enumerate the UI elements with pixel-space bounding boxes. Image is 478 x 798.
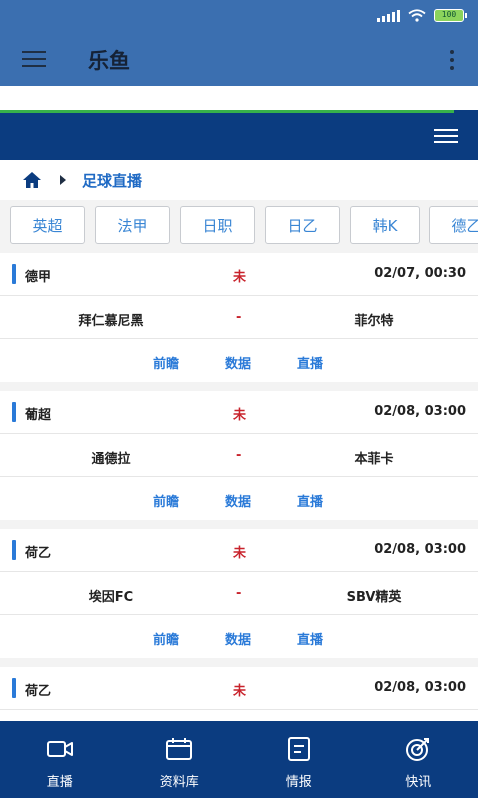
wifi-icon — [408, 9, 426, 22]
nav-label: 资料库 — [159, 775, 199, 790]
match-header-row: 葡超 未 02/08, 03:00 — [0, 391, 478, 434]
home-team: 拜仁慕尼黑 — [78, 314, 144, 329]
nav-item-intel[interactable]: 情报 — [239, 721, 359, 798]
more-options-icon[interactable] — [450, 50, 454, 70]
match-status: 未 — [233, 270, 247, 285]
match-status: 未 — [233, 408, 247, 423]
league-name: 德甲 — [25, 270, 52, 285]
data-link[interactable]: 数据 — [225, 491, 251, 510]
match-card: 荷乙 未 02/08, 03:00 — [0, 667, 478, 721]
nav-item-live[interactable]: 直播 — [0, 721, 120, 798]
document-icon — [287, 737, 310, 761]
league-tabs: 英超 法甲 日职 日乙 韩K 德乙 — [0, 200, 478, 252]
match-links-row: 前瞻 数据 直播 — [0, 615, 478, 658]
vs-separator: - — [236, 448, 242, 463]
nav-item-news[interactable]: 快讯 — [359, 721, 478, 798]
preview-link[interactable]: 前瞻 — [153, 629, 179, 648]
preview-link[interactable]: 前瞻 — [153, 353, 179, 372]
match-header-row: 荷乙 未 02/08, 03:00 — [0, 529, 478, 572]
data-link[interactable]: 数据 — [225, 629, 251, 648]
vs-separator: - — [236, 586, 242, 601]
nav-label: 情报 — [285, 775, 312, 790]
page-load-area — [0, 86, 478, 110]
breadcrumb-current[interactable]: 足球直播 — [82, 170, 142, 191]
away-team: SBV精英 — [346, 590, 402, 605]
live-link[interactable]: 直播 — [297, 629, 323, 648]
menu-icon[interactable] — [22, 51, 46, 67]
tab-league-2[interactable]: 法甲 — [95, 206, 170, 244]
site-header — [0, 113, 478, 160]
nav-label: 直播 — [46, 775, 73, 790]
tab-league-6[interactable]: 德乙 — [429, 206, 478, 244]
preview-link[interactable]: 前瞻 — [153, 491, 179, 510]
match-time: 02/08, 03:00 — [374, 680, 466, 695]
status-bar: 100 — [0, 0, 478, 32]
video-icon — [46, 741, 73, 757]
signal-icon — [377, 9, 400, 22]
home-team: 通德拉 — [91, 452, 131, 467]
match-status: 未 — [233, 684, 247, 699]
live-link[interactable]: 直播 — [297, 491, 323, 510]
bottom-nav: 直播 资料库 情报 快讯 — [0, 721, 478, 798]
site-menu-icon[interactable] — [434, 129, 458, 143]
match-time: 02/08, 03:00 — [374, 404, 466, 419]
league-name: 葡超 — [25, 408, 52, 423]
live-link[interactable]: 直播 — [297, 353, 323, 372]
tab-league-1[interactable]: 英超 — [10, 206, 85, 244]
match-card: 荷乙 未 02/08, 03:00 埃因FC - SBV精英 前瞻 数据 直播 — [0, 529, 478, 658]
away-team: 菲尔特 — [354, 314, 394, 329]
nav-label: 快讯 — [405, 775, 432, 790]
league-name: 荷乙 — [25, 684, 52, 699]
tab-league-4[interactable]: 日乙 — [265, 206, 340, 244]
app-title: 乐鱼 — [88, 49, 130, 73]
away-team: 本菲卡 — [354, 452, 394, 467]
match-teams-row[interactable]: 通德拉 - 本菲卡 — [0, 434, 478, 477]
match-teams-row[interactable]: 埃因FC - SBV精英 — [0, 572, 478, 615]
match-status: 未 — [233, 546, 247, 561]
match-header-row: 荷乙 未 02/08, 03:00 — [0, 667, 478, 710]
home-team: 埃因FC — [88, 590, 134, 605]
data-link[interactable]: 数据 — [225, 353, 251, 372]
battery-icon: 100 — [434, 9, 467, 22]
match-links-row: 前瞻 数据 直播 — [0, 477, 478, 520]
target-icon — [406, 738, 430, 761]
chevron-right-icon — [60, 175, 66, 185]
match-links-row: 前瞻 数据 直播 — [0, 339, 478, 382]
match-time: 02/07, 00:30 — [374, 266, 466, 281]
nav-item-database[interactable]: 资料库 — [120, 721, 240, 798]
match-time: 02/08, 03:00 — [374, 542, 466, 557]
vs-separator: - — [236, 310, 242, 325]
tab-league-5[interactable]: 韩K — [350, 206, 420, 244]
league-name: 荷乙 — [25, 546, 52, 561]
match-header-row: 德甲 未 02/07, 00:30 — [0, 253, 478, 296]
tab-league-3[interactable]: 日职 — [180, 206, 255, 244]
match-teams-row[interactable]: 拜仁慕尼黑 - 菲尔特 — [0, 296, 478, 339]
match-card: 葡超 未 02/08, 03:00 通德拉 - 本菲卡 前瞻 数据 直播 — [0, 391, 478, 520]
home-icon[interactable] — [22, 171, 42, 189]
status-icons: 100 — [377, 9, 467, 22]
breadcrumb: 足球直播 — [0, 160, 478, 200]
calendar-icon — [166, 738, 193, 760]
match-card: 德甲 未 02/07, 00:30 拜仁慕尼黑 - 菲尔特 前瞻 数据 直播 — [0, 253, 478, 382]
app-bar: 乐鱼 — [0, 32, 478, 86]
